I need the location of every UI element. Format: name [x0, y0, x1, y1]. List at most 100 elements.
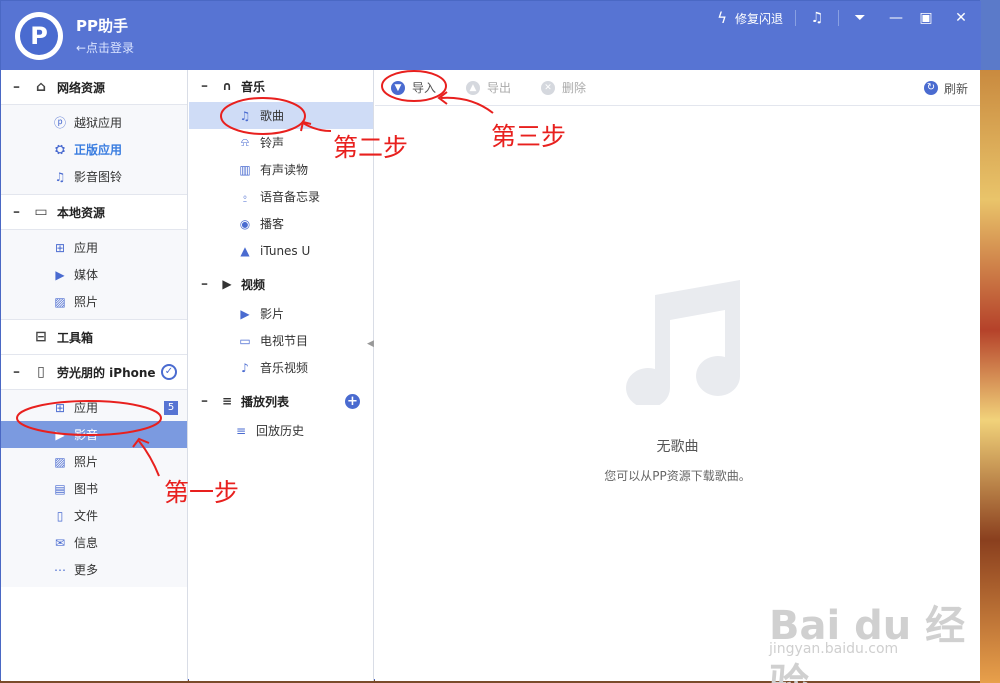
section-local-resources[interactable]: – ▭ 本地资源	[1, 195, 187, 230]
app-title: PP助手	[76, 17, 128, 35]
chat-icon: ✉	[54, 535, 66, 550]
category-item-podcasts[interactable]: ◉ 播客	[189, 210, 373, 237]
bell-icon: ⍾	[241, 135, 249, 149]
annotation-step1: 第一步	[164, 478, 240, 507]
more-dots-icon: ⋯	[54, 562, 66, 577]
category-music[interactable]: – ∩ 音乐	[189, 70, 373, 102]
empty-music-note-icon	[626, 280, 741, 405]
add-playlist-icon[interactable]: +	[345, 393, 360, 409]
collapse-icon: –	[201, 393, 208, 409]
image-icon: ▨	[54, 294, 66, 309]
film-icon: ▶	[222, 277, 232, 291]
refresh-button[interactable]: ↻ 刷新	[923, 70, 968, 106]
image-icon: ▨	[54, 454, 66, 469]
podcast-icon: ◉	[239, 216, 251, 231]
maximize-icon[interactable]: ▣	[911, 1, 941, 35]
section-network-resources[interactable]: – ⌂ 网络资源	[1, 70, 187, 105]
playlist-icon: ≡	[235, 423, 247, 438]
minimize-icon[interactable]: —	[881, 1, 911, 35]
device-name: 劳光朋的 iPhone	[57, 365, 156, 380]
sidebar-item-device-photos[interactable]: ▨ 照片	[1, 448, 187, 475]
login-link[interactable]: ←点击登录	[76, 39, 134, 56]
microphone-icon: ⍛	[241, 189, 249, 203]
sidebar-item-device-messages[interactable]: ✉ 信息	[1, 529, 187, 556]
music-note-icon: ♫	[54, 169, 66, 184]
sidebar-item-genuine-apps[interactable]: ⛭ 正版应用	[1, 136, 187, 163]
sidebar-item-media-ringtones[interactable]: ♫ 影音图铃	[1, 163, 187, 190]
panel-collapse-handle[interactable]: ◀	[367, 339, 374, 349]
import-icon: ▼	[391, 80, 405, 95]
sidebar-item-local-media[interactable]: ▶ 媒体	[1, 261, 187, 288]
empty-subtitle: 您可以从PP资源下载歌曲。	[604, 469, 751, 483]
category-playlists[interactable]: – ≡ 播放列表 +	[189, 385, 373, 417]
music-player-icon[interactable]: ♫	[796, 1, 838, 35]
export-button[interactable]: ▲ 导出	[466, 79, 511, 96]
connected-check-icon: ✓	[161, 364, 177, 380]
video-camera-icon: ▶	[55, 427, 65, 442]
export-icon: ▲	[466, 80, 481, 95]
category-item-movies[interactable]: ▶ 影片	[189, 300, 373, 327]
device-items: ⊞ 应用 5 ▶ 影音 ▨ 照片 ▤ 图书 ▯ 文件 ✉ 信息 ⋯ 更多	[1, 390, 187, 587]
main-content: ▼ 导入 ▲ 导出 ✕ 删除 ↻ 刷新 无歌曲 您可以从PP资源下载歌曲。 Bai du…	[375, 70, 980, 683]
delete-icon: ✕	[541, 80, 556, 95]
category-item-playback-history[interactable]: ≡ 回放历史	[189, 417, 373, 444]
music-note-icon: ♫	[239, 108, 251, 123]
category-video[interactable]: – ▶ 视频	[189, 268, 373, 300]
collapse-icon: –	[201, 78, 208, 94]
sidebar-item-jailbreak-apps[interactable]: ⓟ 越狱应用	[1, 109, 187, 136]
annotation-step2: 第二步	[333, 133, 409, 162]
graduation-cap-icon: ▲	[240, 243, 250, 258]
sidebar-item-local-photos[interactable]: ▨ 照片	[1, 288, 187, 315]
app-logo-icon[interactable]: P	[15, 12, 63, 60]
collapse-icon: –	[13, 79, 20, 95]
app-store-icon: ⛭	[55, 142, 65, 156]
sidebar-item-device-files[interactable]: ▯ 文件	[1, 502, 187, 529]
audiobook-icon: ▥	[239, 162, 251, 177]
phone-icon: ▯	[37, 364, 45, 380]
category-item-tv-shows[interactable]: ▭ 电视节目	[189, 327, 373, 354]
video-camera-icon: ▶	[55, 267, 65, 282]
section-label: 工具箱	[57, 330, 94, 345]
grid-icon: ⊞	[54, 400, 66, 415]
title-bar: P PP助手 ←点击登录 ϟ 修复闪退 ♫ ⏷ — ▣ ✕	[1, 1, 981, 70]
refresh-icon: ↻	[923, 81, 938, 95]
toolbox-icon: ⊟	[35, 329, 47, 345]
monitor-icon: ▭	[34, 204, 48, 220]
section-label: 网络资源	[57, 80, 106, 95]
category-item-itunes-u[interactable]: ▲ iTunes U	[189, 237, 373, 264]
lightning-icon: ϟ	[717, 8, 727, 27]
flash-fix-button[interactable]: ϟ 修复闪退	[705, 1, 795, 35]
import-button[interactable]: ▼ 导入	[391, 79, 436, 96]
collapse-icon: –	[201, 276, 208, 292]
menu-icon[interactable]: ⏷	[839, 1, 881, 35]
sidebar-item-local-apps[interactable]: ⊞ 应用	[1, 234, 187, 261]
local-resources-items: ⊞ 应用 ▶ 媒体 ▨ 照片	[1, 230, 187, 320]
section-device[interactable]: – ▯ 劳光朋的 iPhone ✓	[1, 355, 187, 390]
left-sidebar: – ⌂ 网络资源 ⓟ 越狱应用 ⛭ 正版应用 ♫ 影音图铃 – ▭ 本地资源 ⊞ 应用 …	[1, 70, 188, 681]
movie-icon: ▶	[240, 306, 250, 321]
book-icon: ▤	[54, 481, 66, 496]
annotation-step3: 第三步	[491, 122, 567, 151]
sidebar-item-device-apps[interactable]: ⊞ 应用 5	[1, 394, 187, 421]
toolbar: ▼ 导入 ▲ 导出 ✕ 删除 ↻ 刷新	[375, 70, 980, 106]
sidebar-item-device-more[interactable]: ⋯ 更多	[1, 556, 187, 583]
playlist-icon: ≡	[221, 394, 233, 408]
app-window: P PP助手 ←点击登录 ϟ 修复闪退 ♫ ⏷ — ▣ ✕ – ⌂ 网络资源 ⓟ…	[0, 0, 981, 683]
pp-logo-icon: ⓟ	[53, 116, 66, 130]
home-icon: ⌂	[35, 79, 47, 95]
watermark-logo: Bai du 经验	[769, 603, 966, 683]
category-item-songs[interactable]: ♫ 歌曲	[189, 102, 373, 129]
delete-button[interactable]: ✕ 删除	[541, 79, 586, 96]
category-item-voice-memos[interactable]: ⍛ 语音备忘录	[189, 183, 373, 210]
close-icon[interactable]: ✕	[941, 1, 981, 35]
sidebar-item-device-books[interactable]: ▤ 图书	[1, 475, 187, 502]
empty-title: 无歌曲	[656, 439, 699, 455]
tv-icon: ▭	[239, 333, 251, 348]
sidebar-item-device-media[interactable]: ▶ 影音	[1, 421, 187, 448]
section-toolbox[interactable]: ⊟ 工具箱	[1, 320, 187, 355]
section-label: 本地资源	[57, 205, 106, 220]
apps-count-badge: 5	[164, 401, 178, 415]
category-item-music-videos[interactable]: ♪ 音乐视频	[189, 354, 373, 381]
collapse-icon: –	[13, 204, 20, 220]
headphones-icon: ∩	[222, 79, 232, 93]
